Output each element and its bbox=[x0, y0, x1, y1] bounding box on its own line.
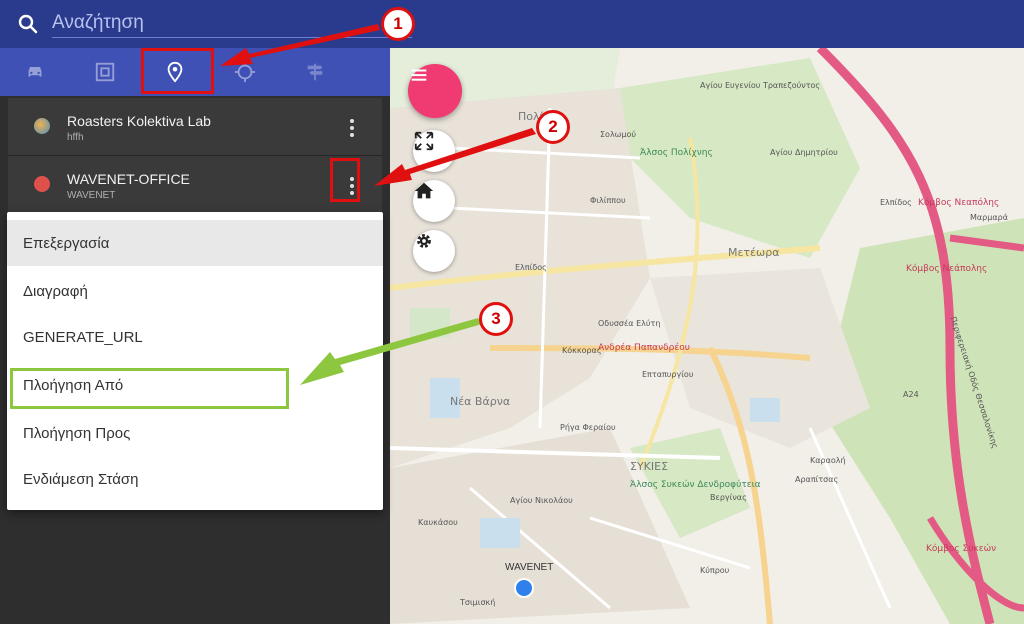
annotation-arrows bbox=[220, 24, 536, 385]
annotation-step-1: 1 bbox=[381, 7, 415, 41]
annotation-step-3: 3 bbox=[479, 302, 513, 336]
annotation-step-2: 2 bbox=[536, 110, 570, 144]
